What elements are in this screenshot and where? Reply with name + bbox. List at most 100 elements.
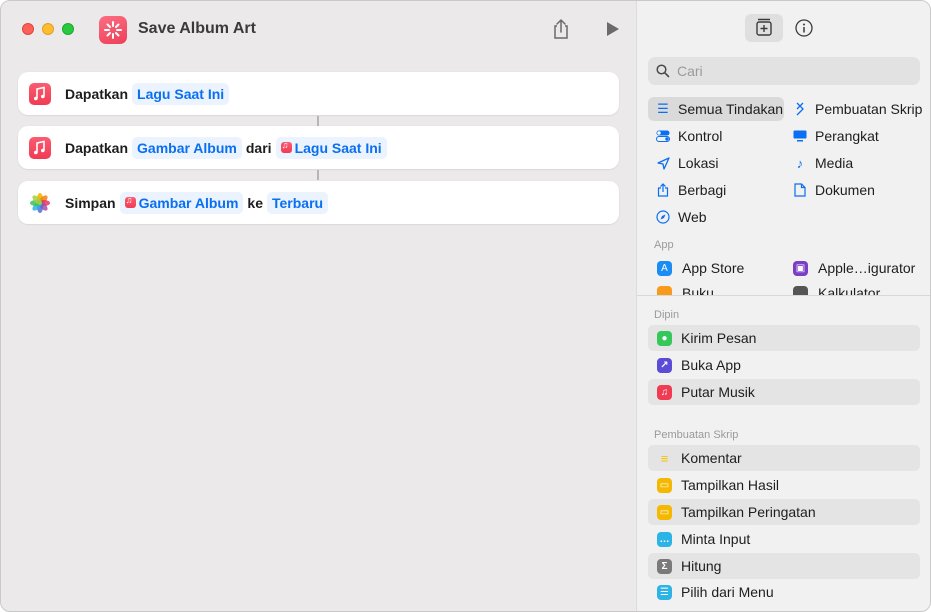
category-label: Dokumen [815,182,875,198]
action-label: Kirim Pesan [681,330,757,346]
category-label: Media [815,155,854,171]
title-bar: Save Album Art [1,1,636,57]
list-icon: ☰ [657,101,669,116]
search-field[interactable]: Cari [648,57,920,85]
script-show-alert[interactable]: ▭ Tampilkan Peringatan [648,499,920,525]
action-label: Komentar [681,450,742,466]
search-icon [656,64,670,78]
sigma-icon: Σ [657,558,672,574]
category-documents[interactable]: Dokumen [792,178,875,202]
album-art-variable[interactable]: Gambar Album [119,191,244,214]
category-device[interactable]: Perangkat [792,124,879,148]
action-get-current-song[interactable]: Dapatkan Lagu Saat Ini [18,72,619,115]
music-icon [29,83,51,105]
current-song-variable[interactable]: Lagu Saat Ini [275,136,387,159]
variable-label: Gambar Album [138,194,239,211]
app-label: App Store [682,260,745,276]
album-token[interactable]: Terbaru [267,191,329,214]
compass-icon [655,209,671,225]
category-media[interactable]: ♪ Media [792,151,853,175]
action-label: Minta Input [681,531,751,547]
action-label: Tampilkan Peringatan [681,504,816,520]
app-label: Apple…igurator [818,260,916,276]
script-calculate[interactable]: Σ Hitung [648,553,920,579]
music-icon [280,140,292,153]
action-label: Putar Musik [681,384,755,400]
music-note-icon: ♪ [796,155,804,171]
apps-section-header: App [654,239,674,251]
library-icon [756,18,772,36]
category-label: Berbagi [678,182,727,198]
ask-input-icon: … [657,531,672,547]
pinned-send-message[interactable]: ● Kirim Pesan [648,325,920,351]
scripting-icon [792,101,808,117]
category-label: Lokasi [678,155,719,171]
play-icon[interactable] [605,21,621,37]
action-save-to-photos[interactable]: Simpan Gambar Album ke Terbaru [18,181,619,224]
category-scripting[interactable]: Pembuatan Skrip [792,97,922,121]
connector [317,170,319,180]
pinned-section-header: Dipin [654,309,680,321]
display-icon [792,128,808,144]
location-arrow-icon [655,155,671,171]
search-placeholder: Cari [677,63,703,79]
script-comment[interactable]: ≡ Komentar [648,445,920,471]
category-controls[interactable]: Kontrol [655,124,722,148]
app-books[interactable]: Buku [657,281,714,295]
category-all-actions[interactable]: ☰ Semua Tindakan [648,97,784,121]
script-show-result[interactable]: ▭ Tampilkan Hasil [648,472,920,498]
minimize-button[interactable] [42,23,54,35]
app-label: Kalkulator [818,285,881,295]
script-choose-from-menu[interactable]: ☰ Pilih dari Menu [648,579,920,605]
books-icon [657,285,672,295]
album-art-token[interactable]: Gambar Album [132,136,242,159]
script-ask-input[interactable]: … Minta Input [648,526,920,552]
music-icon [124,195,136,208]
scripting-section-header: Pembuatan Skrip [654,429,739,441]
category-web[interactable]: Web [655,205,707,229]
app-apple-configurator[interactable]: ▣ Apple…igurator [793,256,915,280]
category-location[interactable]: Lokasi [655,151,718,175]
share-icon [655,182,671,198]
connector [317,116,319,126]
apps-overflow: Buku Kalkulator [637,279,930,295]
music-icon: ♫ [657,384,672,400]
current-song-token[interactable]: Lagu Saat Ini [132,82,230,105]
divider [637,295,930,296]
menu-icon: ☰ [657,584,672,600]
action-library-tab[interactable] [745,14,783,42]
comment-lines-icon: ≡ [660,450,669,466]
shortcut-title[interactable]: Save Album Art [138,20,256,38]
app-app-store[interactable]: A App Store [657,256,744,280]
action-get-album-art[interactable]: Dapatkan Gambar Album dari Lagu Saat Ini [18,126,619,169]
sparkle-icon [104,21,122,39]
action-label: Buka App [681,357,741,373]
action-joiner: dari [245,139,272,156]
shortcut-icon[interactable] [99,16,127,44]
category-label: Perangkat [815,128,879,144]
close-button[interactable] [22,23,34,35]
document-icon [792,182,808,198]
alert-icon: ▭ [657,504,672,520]
open-app-icon: ↗ [657,357,672,373]
zoom-button[interactable] [62,23,74,35]
pinned-open-app[interactable]: ↗ Buka App [648,352,920,378]
app-label: Buku [682,285,714,295]
share-icon[interactable] [550,17,572,41]
pinned-play-music[interactable]: ♫ Putar Musik [648,379,920,405]
variable-label: Lagu Saat Ini [294,139,382,156]
category-label: Web [678,209,707,225]
category-label: Pembuatan Skrip [815,101,923,117]
action-library-sidebar: Cari ☰ Semua Tindakan Kontrol Lokasi Berb… [636,1,930,611]
info-icon[interactable] [785,14,823,42]
editor-pane: Save Album Art Dapatkan Lagu Saat Ini Da… [1,1,636,611]
show-result-icon: ▭ [657,477,672,493]
category-sharing[interactable]: Berbagi [655,178,726,202]
action-label: Pilih dari Menu [681,584,774,600]
photos-icon [29,192,51,214]
configurator-icon: ▣ [793,260,808,276]
app-calculator[interactable]: Kalkulator [793,281,880,295]
toggle-icon [655,128,671,144]
app-store-icon: A [657,260,672,276]
calculator-icon [793,285,808,295]
